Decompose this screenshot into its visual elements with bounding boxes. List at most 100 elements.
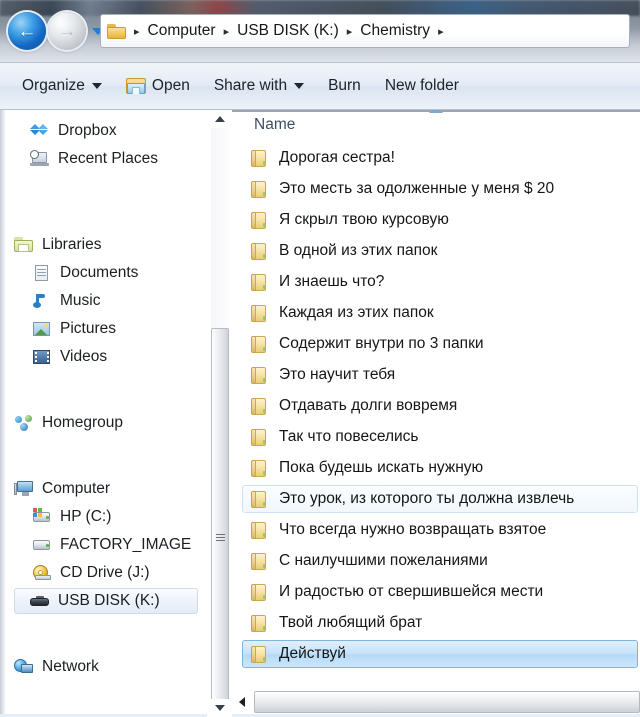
new-folder-button[interactable]: New folder (373, 63, 471, 109)
breadcrumb-item-chemistry[interactable]: Chemistry (358, 22, 432, 40)
share-with-label: Share with (214, 77, 287, 95)
file-name: Это урок, из которого ты должна извлечь (279, 490, 574, 508)
breadcrumb-item-computer[interactable]: Computer (146, 22, 218, 40)
back-arrow-icon: ← (18, 22, 37, 41)
network-icon (14, 658, 34, 676)
horizontal-scrollbar[interactable] (232, 687, 640, 717)
table-row[interactable]: Я скрыл твою курсовую (242, 206, 638, 234)
breadcrumb-item-usb-disk[interactable]: USB DISK (K:) (235, 22, 341, 40)
sidebar-item-label: CD Drive (J:) (60, 564, 150, 582)
file-rows: Дорогая сестра! Это месть за одолженные … (232, 144, 640, 684)
file-name: Это научит тебя (279, 366, 395, 384)
chevron-down-icon (92, 83, 102, 89)
sidebar-item-computer[interactable]: Computer (14, 476, 110, 502)
table-row-selected[interactable]: Действуй (242, 640, 638, 668)
table-row[interactable]: Отдавать долги вовремя (242, 392, 638, 420)
table-row[interactable]: И радостью от свершившейся мести (242, 578, 638, 606)
table-row[interactable]: Это научит тебя (242, 361, 638, 389)
sidebar-item-dropbox[interactable]: Dropbox (30, 118, 117, 144)
table-row[interactable]: Это месть за одолженные у меня $ 20 (242, 175, 638, 203)
table-row[interactable]: Что всегда нужно возвращать взятое (242, 516, 638, 544)
sidebar-item-label: Dropbox (58, 122, 117, 140)
table-row[interactable]: Так что повеселись (242, 423, 638, 451)
back-button[interactable]: ← (8, 12, 46, 50)
folder-icon (250, 273, 270, 292)
sidebar-item-libraries[interactable]: Libraries (14, 232, 101, 258)
navigation-pane: Dropbox Recent Places Libraries Document… (0, 110, 207, 717)
sidebar-item-label: Libraries (42, 236, 101, 254)
open-folder-icon (126, 78, 146, 95)
sidebar-item-usb-disk-k[interactable]: USB DISK (K:) (14, 588, 198, 614)
table-row[interactable]: Дорогая сестра! (242, 144, 638, 172)
sidebar-item-music[interactable]: Music (32, 288, 100, 314)
sidebar-item-documents[interactable]: Documents (32, 260, 138, 286)
table-row[interactable]: Содержит внутри по 3 папки (242, 330, 638, 358)
folder-icon (250, 335, 270, 354)
sidebar-item-label: HP (C:) (60, 508, 111, 526)
table-row-hovered[interactable]: Это урок, из которого ты должна извлечь (242, 485, 638, 513)
sidebar-item-factory-image[interactable]: FACTORY_IMAGE (32, 532, 191, 558)
file-name: Что всегда нужно возвращать взятое (279, 521, 546, 539)
folder-icon (107, 24, 126, 39)
sidebar-item-label: USB DISK (K:) (58, 592, 160, 610)
organize-button[interactable]: Organize (0, 63, 114, 109)
folder-icon (250, 645, 270, 664)
column-header-row: Name (232, 112, 640, 140)
table-row[interactable]: Каждая из этих папок (242, 299, 638, 327)
sidebar-item-videos[interactable]: Videos (32, 344, 107, 370)
sidebar-item-label: Network (42, 658, 99, 676)
breadcrumb-separator: ▸ (128, 25, 146, 38)
file-name: С наилучшими пожеланиями (279, 552, 488, 570)
scrollbar-grip-icon (216, 534, 225, 542)
sidebar-item-pictures[interactable]: Pictures (32, 316, 116, 342)
videos-icon (32, 348, 52, 366)
table-row[interactable]: Твой любящий брат (242, 609, 638, 637)
folder-icon (250, 521, 270, 540)
folder-icon (250, 459, 270, 478)
file-name: Дорогая сестра! (279, 149, 395, 167)
share-with-button[interactable]: Share with (202, 63, 316, 109)
sidebar-item-network[interactable]: Network (14, 654, 99, 680)
scrollbar-thumb[interactable] (211, 328, 229, 717)
table-row[interactable]: Пока будешь искать нужную (242, 454, 638, 482)
column-header-name[interactable]: Name (254, 116, 295, 134)
file-name: И знаешь что? (279, 273, 384, 291)
sidebar-item-label: Pictures (60, 320, 116, 338)
libraries-icon (14, 236, 34, 254)
folder-icon (250, 428, 270, 447)
sidebar-item-label: Music (60, 292, 100, 310)
folder-icon (250, 242, 270, 261)
dropbox-icon (30, 122, 50, 140)
sidebar-item-cd-drive-j[interactable]: CD Drive (J:) (32, 560, 150, 586)
usb-drive-icon (30, 592, 50, 610)
file-name: Содержит внутри по 3 папки (279, 335, 484, 353)
sidebar-item-hp-c[interactable]: HP (C:) (32, 504, 111, 530)
recent-places-icon (30, 150, 50, 168)
open-button[interactable]: Open (114, 63, 202, 109)
file-name: Это месть за одолженные у меня $ 20 (279, 180, 554, 198)
folder-icon (250, 304, 270, 323)
table-row[interactable]: С наилучшими пожеланиями (242, 547, 638, 575)
scroll-left-arrow-icon[interactable] (234, 691, 250, 713)
table-row[interactable]: В одной из этих папок (242, 237, 638, 265)
scroll-up-arrow-icon[interactable] (211, 110, 229, 128)
sidebar-item-homegroup[interactable]: Homegroup (14, 410, 123, 436)
forward-button[interactable]: → (48, 12, 86, 50)
sidebar-item-label: FACTORY_IMAGE (60, 536, 191, 554)
scroll-down-arrow-icon[interactable] (211, 699, 229, 717)
sidebar-item-recent-places[interactable]: Recent Places (30, 146, 158, 172)
hscrollbar-thumb[interactable] (254, 691, 640, 713)
address-bar[interactable]: ▸ Computer ▸ USB DISK (K:) ▸ Chemistry ▸ (100, 14, 630, 48)
homegroup-icon (14, 414, 34, 432)
drive-icon (32, 536, 52, 554)
sidebar-item-label: Recent Places (58, 150, 158, 168)
folder-icon (250, 490, 270, 509)
sidebar-item-label: Videos (60, 348, 107, 366)
title-address-strip: ← → ▸ Computer ▸ USB DISK (K:) ▸ Chemist… (0, 0, 640, 62)
chevron-down-icon (294, 83, 304, 89)
burn-button[interactable]: Burn (316, 63, 373, 109)
folder-icon (250, 211, 270, 230)
table-row[interactable]: И знаешь что? (242, 268, 638, 296)
folder-icon (250, 583, 270, 602)
navigation-scrollbar[interactable] (210, 110, 230, 717)
